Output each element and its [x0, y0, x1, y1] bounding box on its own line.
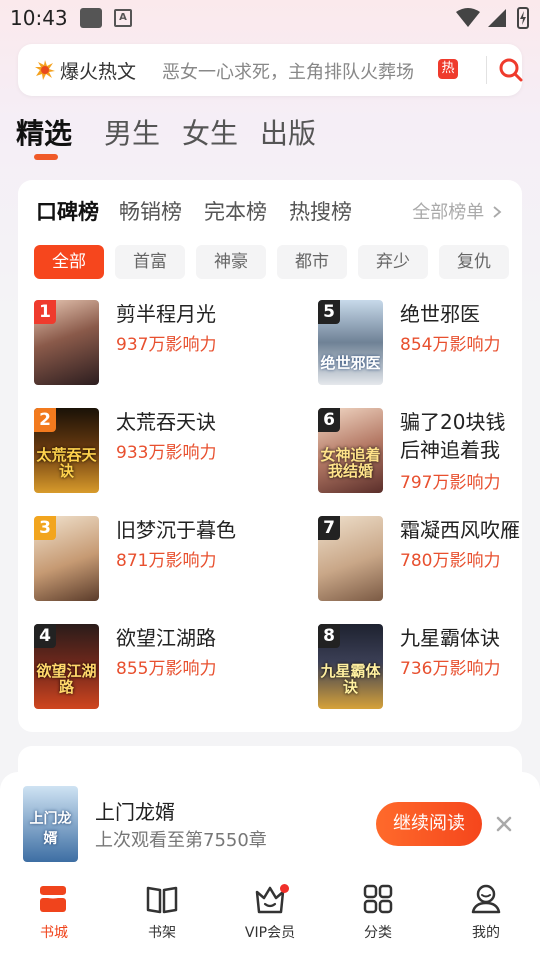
continue-reading-bar[interactable]: 上门龙婿 上门龙婿 上次观看至第7550章 继续阅读: [0, 772, 540, 876]
book-item[interactable]: 8 九星霸体诀 九星霸体诀 736万影响力: [318, 624, 540, 712]
nav-vip[interactable]: VIP会员: [225, 882, 315, 952]
book-cover: 3: [34, 516, 99, 601]
book-cover: 8 九星霸体诀: [318, 624, 383, 709]
book-cover: 1: [34, 300, 99, 385]
user-icon: [471, 884, 501, 914]
search-bar[interactable]: 爆火热文 恶女一心求死，主角排队火葬场 热: [18, 44, 524, 96]
notification-dot: [280, 884, 289, 893]
chip-urban[interactable]: 都市: [277, 245, 347, 279]
rank-number: 2: [34, 408, 56, 432]
hot-label: 爆火热文: [60, 61, 137, 83]
book-influence: 854万影响力: [400, 335, 501, 355]
hot-badge: 热: [438, 59, 458, 79]
bookstore-icon: [39, 886, 67, 912]
continue-progress: 上次观看至第7550章: [95, 830, 267, 851]
book-title: 旧梦沉于暮色: [116, 518, 236, 542]
book-title: 太荒吞天诀: [116, 410, 216, 434]
search-icon[interactable]: [498, 57, 524, 83]
nav-label: 我的: [472, 925, 500, 941]
tab-male[interactable]: 男生: [104, 112, 160, 152]
book-cover: 5 绝世邪医: [318, 300, 383, 385]
chip-revenge[interactable]: 复仇: [439, 245, 509, 279]
book-open-icon: [146, 886, 178, 914]
all-rankings-link[interactable]: 全部榜单: [412, 198, 502, 224]
chip-all[interactable]: 全部: [34, 245, 104, 279]
book-item[interactable]: 2 太荒吞天诀 太荒吞天诀 933万影响力: [34, 408, 274, 496]
continue-reading-button[interactable]: 继续阅读: [376, 802, 482, 846]
chip-abandoned[interactable]: 弃少: [358, 245, 428, 279]
book-influence: 933万影响力: [116, 443, 217, 463]
app-notification-icon: [80, 8, 102, 28]
book-item[interactable]: 1 剪半程月光 937万影响力: [34, 300, 274, 388]
status-bar: 10:43 A: [0, 0, 540, 38]
book-item[interactable]: 7 霜凝西风吹雁 780万影响力: [318, 516, 540, 604]
nav-label: 书城: [40, 925, 68, 941]
tab-female[interactable]: 女生: [182, 112, 238, 152]
nav-label: 分类: [364, 925, 392, 941]
search-placeholder[interactable]: 恶女一心求死，主角排队火葬场: [162, 58, 414, 84]
book-influence: 871万影响力: [116, 551, 217, 571]
book-influence: 797万影响力: [400, 473, 501, 493]
cover-title: 九星霸体诀: [320, 662, 381, 696]
continue-book-cover: 上门龙婿: [23, 786, 78, 862]
continue-cover-title: 上门龙婿: [29, 811, 72, 847]
book-cover: 7: [318, 516, 383, 601]
rank-number: 3: [34, 516, 56, 540]
grid-icon: [363, 884, 393, 914]
book-item[interactable]: 4 欲望江湖路 欲望江湖路 855万影响力: [34, 624, 274, 712]
book-title: 霜凝西风吹雁: [400, 518, 520, 542]
status-time: 10:43: [10, 6, 68, 30]
chip-richest[interactable]: 首富: [115, 245, 185, 279]
rank-number: 6: [318, 408, 340, 432]
book-influence: 780万影响力: [400, 551, 501, 571]
rank-number: 5: [318, 300, 340, 324]
nav-label: 书架: [148, 925, 176, 941]
active-tab-indicator: [34, 154, 58, 160]
nav-profile[interactable]: 我的: [441, 882, 531, 952]
search-divider: [486, 56, 487, 84]
cover-title: 太荒吞天诀: [36, 446, 97, 480]
rank-number: 7: [318, 516, 340, 540]
book-title: 剪半程月光: [116, 302, 216, 326]
book-title: 欲望江湖路: [116, 626, 216, 650]
explosion-icon: [35, 60, 55, 80]
cover-title: 绝世邪医: [320, 354, 381, 372]
nav-label: VIP会员: [244, 925, 296, 941]
tab-publish[interactable]: 出版: [260, 112, 316, 152]
bottom-nav: 书城 书架 VIP会员 分类 我的: [0, 876, 540, 960]
book-influence: 937万影响力: [116, 335, 217, 355]
book-influence: 855万影响力: [116, 659, 217, 679]
all-rankings-label: 全部榜单: [412, 202, 485, 223]
chip-tycoon[interactable]: 神豪: [196, 245, 266, 279]
book-cover: 4 欲望江湖路: [34, 624, 99, 709]
ranking-card: 口碑榜 畅销榜 完本榜 热搜榜 全部榜单 全部 首富 神豪 都市 弃少 复仇 1…: [18, 180, 522, 732]
tab-reputation-rank[interactable]: 口碑榜: [36, 196, 99, 226]
book-title: 骗了20块钱后神追着我结婚: [400, 410, 506, 462]
tab-bestseller-rank[interactable]: 畅销榜: [119, 196, 182, 226]
rank-number: 4: [34, 624, 56, 648]
rank-number: 1: [34, 300, 56, 324]
nav-bookshelf[interactable]: 书架: [117, 882, 207, 952]
book-item[interactable]: 3 旧梦沉于暮色 871万影响力: [34, 516, 274, 604]
nav-bookstore[interactable]: 书城: [9, 882, 99, 952]
chevron-right-icon: [493, 206, 502, 218]
book-item[interactable]: 6 女神追着我结婚 骗了20块钱后神追着我结婚 797万影响力: [318, 408, 540, 496]
book-item[interactable]: 5 绝世邪医 绝世邪医 854万影响力: [318, 300, 540, 388]
tab-featured[interactable]: 精选: [16, 112, 72, 152]
book-cover: 6 女神追着我结婚: [318, 408, 383, 493]
cover-title: 欲望江湖路: [36, 662, 97, 696]
book-title: 九星霸体诀: [400, 626, 500, 650]
tab-hotsearch-rank[interactable]: 热搜榜: [289, 196, 352, 226]
rank-number: 8: [318, 624, 340, 648]
keyboard-notification-icon: A: [114, 9, 132, 27]
tab-completed-rank[interactable]: 完本榜: [204, 196, 267, 226]
continue-book-title: 上门龙婿: [95, 800, 175, 824]
book-title: 绝世邪医: [400, 302, 480, 326]
book-influence: 736万影响力: [400, 659, 501, 679]
nav-category[interactable]: 分类: [333, 882, 423, 952]
book-cover: 2 太荒吞天诀: [34, 408, 99, 493]
cover-title: 女神追着我结婚: [320, 446, 381, 480]
wifi-battery-icon: [456, 7, 529, 29]
close-icon[interactable]: [494, 814, 514, 834]
